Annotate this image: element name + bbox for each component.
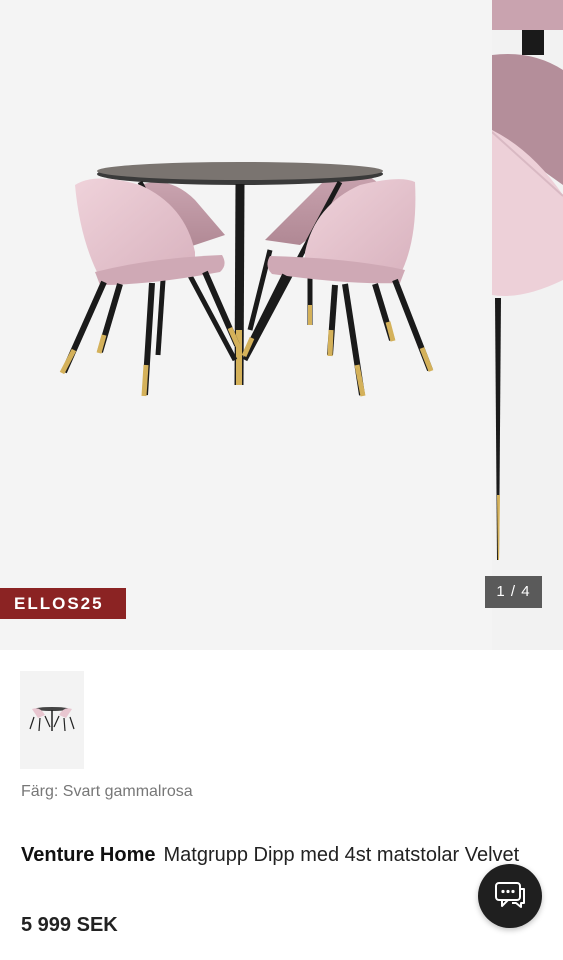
chat-button[interactable] (478, 864, 542, 928)
product-image-main[interactable] (0, 0, 492, 650)
product-name: Matgrupp Dipp med 4st matstolar Velvet (163, 844, 520, 866)
product-brand[interactable]: Venture Home (21, 844, 155, 866)
product-title: Venture Home Matgrupp Dipp med 4st matsto… (21, 840, 521, 871)
promo-code-badge: ELLOS25 (0, 588, 126, 619)
product-price: 5 999 SEK (21, 914, 118, 936)
image-counter: 1 / 4 (485, 576, 542, 608)
dining-set-illustration (59, 162, 434, 397)
chair-closeup-illustration (492, 0, 563, 560)
thumbnail-image (29, 707, 75, 732)
color-variant-thumbnail[interactable] (20, 671, 84, 769)
product-image-next-peek[interactable] (492, 0, 563, 650)
product-image-gallery[interactable]: ELLOS25 1 / 4 (0, 0, 563, 650)
chat-icon (495, 882, 525, 908)
color-label: Färg: Svart gammalrosa (21, 783, 193, 800)
